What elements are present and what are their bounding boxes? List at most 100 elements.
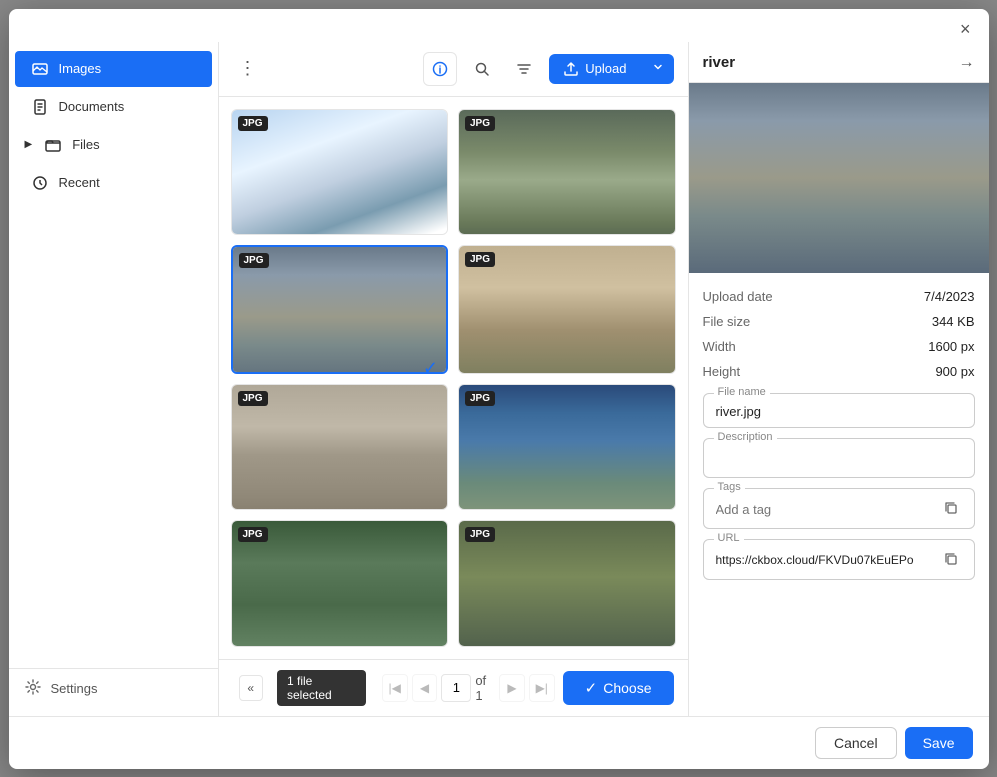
image-thumb-path: JPG xyxy=(232,521,448,647)
file-size-row: File size 344 KB xyxy=(703,310,975,333)
sidebar-settings[interactable]: Settings xyxy=(9,668,218,708)
sidebar-item-images[interactable]: Images xyxy=(15,51,212,87)
info-button[interactable] xyxy=(423,52,457,86)
check-icon-river: ✓ xyxy=(423,358,438,374)
file-name-field: File name river.jpg xyxy=(703,393,975,428)
image-thumb-sky: JPG xyxy=(232,110,448,236)
width-value: 1600 px xyxy=(928,339,974,354)
page-input[interactable] xyxy=(441,674,471,702)
image-card-river2[interactable]: JPG river2 xyxy=(458,109,676,236)
image-thumb-railway: JPG xyxy=(459,246,675,374)
tags-copy-button[interactable] xyxy=(940,499,962,520)
pagination: |◀ ◀ of 1 ▶ ▶| xyxy=(382,673,555,703)
height-label: Height xyxy=(703,364,741,379)
detail-panel: river → Upload date 7/4/2023 File size 3… xyxy=(689,42,989,716)
image-card-railway[interactable]: JPG railway xyxy=(458,245,676,374)
upload-button[interactable]: Upload xyxy=(549,54,673,84)
sidebar-item-documents[interactable]: Documents xyxy=(15,89,212,125)
main-toolbar: ⋮ Upload xyxy=(219,42,688,97)
page-last-button[interactable]: ▶| xyxy=(529,674,555,702)
upload-date-row: Upload date 7/4/2023 xyxy=(703,285,975,308)
sidebar-recent-label: Recent xyxy=(59,175,100,190)
sidebar-spacer xyxy=(9,202,218,668)
image-thumb-river: JPG ✓ xyxy=(233,247,447,374)
image-card-path[interactable]: JPG xyxy=(231,520,449,647)
image-card-magic-sea[interactable]: JPG magic sea xyxy=(458,384,676,511)
jpg-badge-last: JPG xyxy=(465,527,495,542)
page-prev-button[interactable]: ◀ xyxy=(412,674,438,702)
cancel-button[interactable]: Cancel xyxy=(815,727,897,759)
width-row: Width 1600 px xyxy=(703,335,975,358)
image-thumb-magic-sea: JPG xyxy=(459,385,675,511)
documents-icon xyxy=(31,98,49,116)
dialog-header: × xyxy=(9,9,989,42)
upload-button-main[interactable]: Upload xyxy=(549,54,640,84)
sidebar-item-files[interactable]: ▶ Files xyxy=(15,127,212,163)
image-card-pebbles[interactable]: JPG pebbles xyxy=(231,384,449,511)
upload-date-value: 7/4/2023 xyxy=(924,289,975,304)
image-card-last[interactable]: JPG xyxy=(458,520,676,647)
sidebar-files-label: Files xyxy=(72,137,99,152)
images-icon xyxy=(31,60,49,78)
save-button[interactable]: Save xyxy=(905,727,973,759)
detail-arrow-button[interactable]: → xyxy=(959,54,975,72)
detail-preview-image xyxy=(689,83,989,273)
more-options-button[interactable]: ⋮ xyxy=(233,54,263,83)
description-field-label: Description xyxy=(714,431,777,443)
jpg-badge-river2: JPG xyxy=(465,116,495,131)
file-manager-dialog: × Images Documents ▶ Files xyxy=(9,9,989,769)
image-thumb-last: JPG xyxy=(459,521,675,647)
close-button[interactable]: × xyxy=(954,17,977,42)
dialog-body: Images Documents ▶ Files Recent xyxy=(9,42,989,716)
url-field: URL https://ckbox.cloud/FKVDu07kEuEPo xyxy=(703,539,975,580)
description-field: Description xyxy=(703,438,975,478)
upload-label: Upload xyxy=(585,61,626,76)
url-row: https://ckbox.cloud/FKVDu07kEuEPo xyxy=(716,550,962,571)
upload-date-label: Upload date xyxy=(703,289,773,304)
image-thumb-pebbles: JPG xyxy=(232,385,448,511)
tags-field: Tags xyxy=(703,488,975,529)
page-of-label: of 1 xyxy=(475,673,495,703)
image-card-sky[interactable]: JPG sky is the limit xyxy=(231,109,449,236)
description-input[interactable] xyxy=(716,449,962,469)
tags-input[interactable] xyxy=(716,499,940,519)
search-button[interactable] xyxy=(465,52,499,86)
url-copy-button[interactable] xyxy=(940,550,962,571)
file-name-field-label: File name xyxy=(714,386,770,398)
collapse-sidebar-button[interactable]: « xyxy=(239,675,264,701)
jpg-badge-sky: JPG xyxy=(238,116,268,131)
jpg-badge-magic-sea: JPG xyxy=(465,391,495,406)
main-content: ⋮ Upload xyxy=(219,42,689,716)
upload-dropdown-button[interactable] xyxy=(642,54,674,83)
selected-badge: 1 file selected xyxy=(277,670,366,706)
image-grid: JPG sky is the limit JPG river2 xyxy=(219,97,688,659)
jpg-badge-pebbles: JPG xyxy=(238,391,268,406)
image-card-river[interactable]: JPG ✓ river ✓ xyxy=(231,245,449,374)
page-first-button[interactable]: |◀ xyxy=(382,674,408,702)
filter-button[interactable] xyxy=(507,52,541,86)
file-size-value: 344 KB xyxy=(932,314,975,329)
jpg-badge-river: JPG xyxy=(239,253,269,268)
main-footer: « 1 file selected |◀ ◀ of 1 ▶ ▶| ✓ Choos… xyxy=(219,659,688,716)
width-label: Width xyxy=(703,339,736,354)
files-arrow-icon: ▶ xyxy=(25,139,33,150)
settings-icon xyxy=(25,679,41,698)
file-size-label: File size xyxy=(703,314,751,329)
sidebar-images-label: Images xyxy=(59,61,102,76)
sidebar-item-recent[interactable]: Recent xyxy=(15,165,212,201)
sidebar: Images Documents ▶ Files Recent xyxy=(9,42,219,716)
page-next-button[interactable]: ▶ xyxy=(499,674,525,702)
detail-header: river → xyxy=(689,42,989,83)
height-value: 900 px xyxy=(935,364,974,379)
recent-icon xyxy=(31,174,49,192)
choose-check-icon: ✓ xyxy=(585,679,598,697)
jpg-badge-railway: JPG xyxy=(465,252,495,267)
detail-title: river xyxy=(703,54,736,71)
tags-field-label: Tags xyxy=(714,481,745,493)
height-row: Height 900 px xyxy=(703,360,975,383)
url-field-label: URL xyxy=(714,532,744,544)
choose-label: Choose xyxy=(603,680,651,696)
url-value: https://ckbox.cloud/FKVDu07kEuEPo xyxy=(716,553,940,567)
detail-meta: Upload date 7/4/2023 File size 344 KB Wi… xyxy=(689,273,989,383)
choose-button[interactable]: ✓ Choose xyxy=(563,671,674,705)
